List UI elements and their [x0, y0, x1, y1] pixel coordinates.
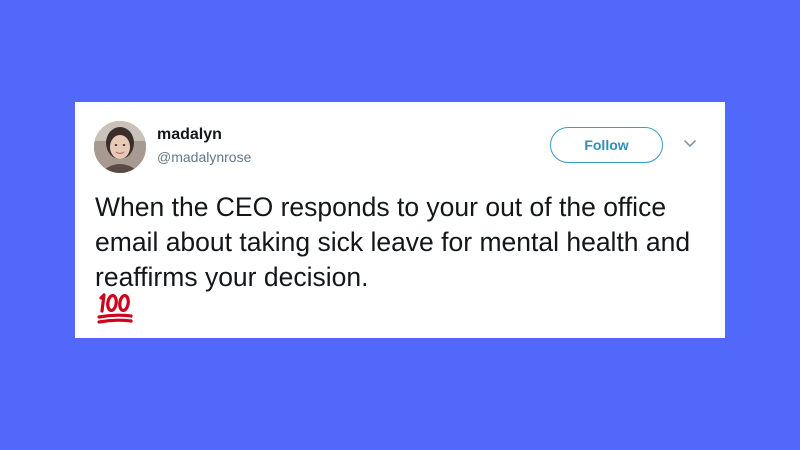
- author-handle[interactable]: @madalynrose: [157, 148, 251, 166]
- chevron-down-icon[interactable]: [683, 139, 697, 149]
- avatar[interactable]: [94, 121, 146, 173]
- hundred-points-emoji: [97, 293, 133, 324]
- follow-button[interactable]: Follow: [550, 127, 663, 163]
- tweet-card: madalyn @madalynrose Follow When the CEO…: [75, 102, 725, 338]
- avatar-image: [94, 121, 146, 173]
- author-display-name[interactable]: madalyn: [157, 125, 222, 145]
- tweet-text: When the CEO responds to your out of the…: [95, 192, 691, 292]
